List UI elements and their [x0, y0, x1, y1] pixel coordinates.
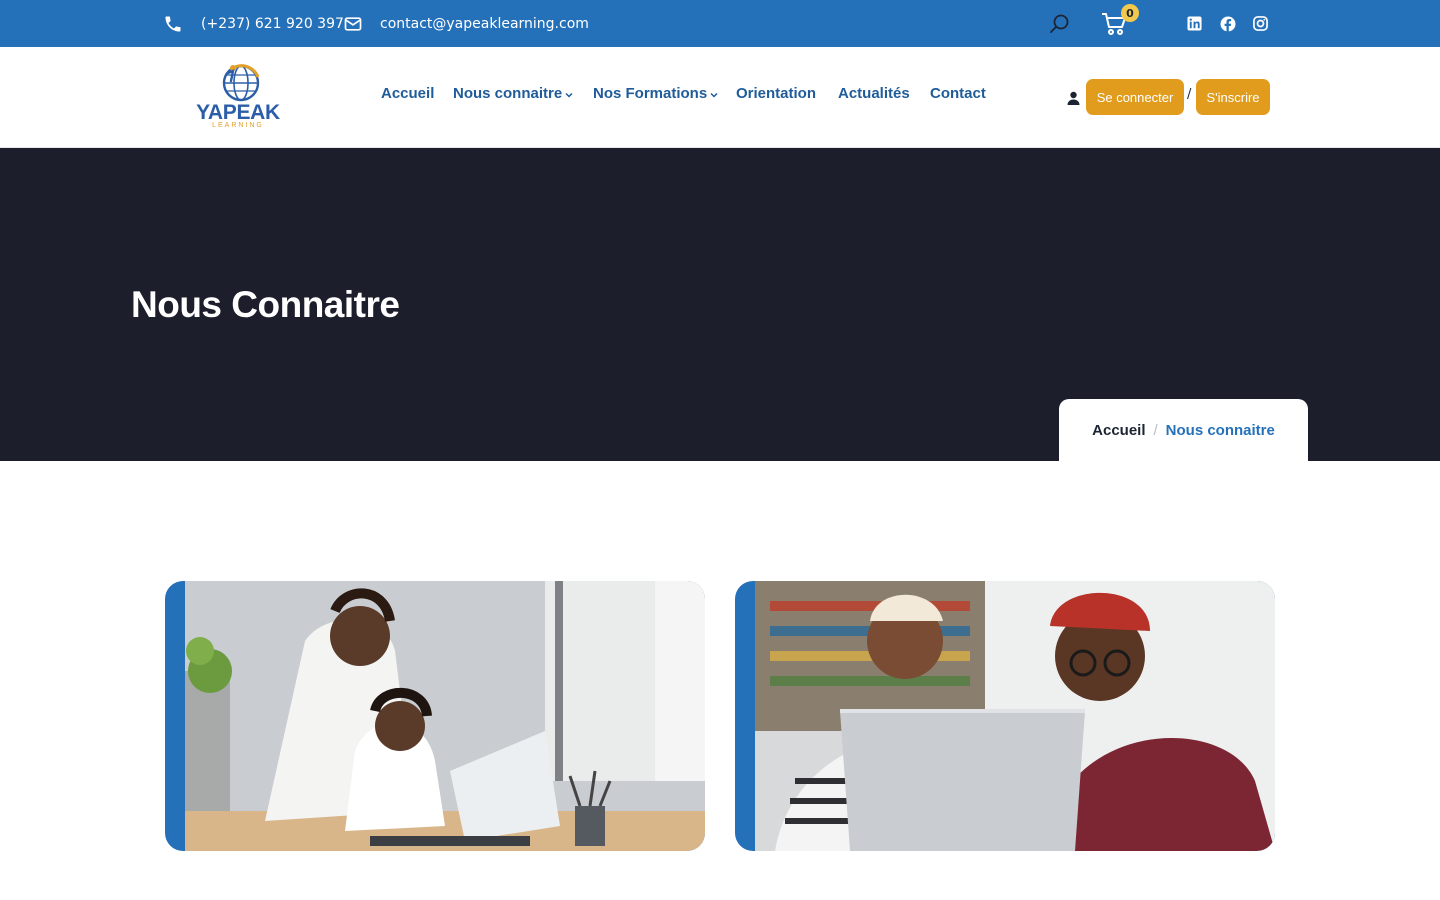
- facebook-icon[interactable]: [1220, 15, 1237, 32]
- page-title: Nous Connaitre: [131, 284, 400, 325]
- nav-item-actualites[interactable]: Actualités: [838, 85, 910, 102]
- nav-item-nos-formations[interactable]: Nos Formations: [593, 85, 718, 102]
- nav-item-label: Actualités: [838, 85, 910, 102]
- breadcrumb-current: Nous connaitre: [1165, 421, 1275, 439]
- phone-number[interactable]: (+237) 621 920 397: [201, 0, 344, 47]
- signup-button[interactable]: S'inscrire: [1196, 79, 1270, 115]
- phone-icon: [163, 0, 183, 47]
- nav-item-label: Contact: [930, 85, 986, 102]
- search-icon[interactable]: [1048, 0, 1072, 47]
- breadcrumb-separator: /: [1153, 421, 1158, 439]
- nav-item-orientation[interactable]: Orientation: [736, 85, 816, 102]
- about-image-card: [735, 581, 1275, 851]
- breadcrumb-home-link[interactable]: Accueil: [1092, 422, 1145, 439]
- cart-count-badge: 0: [1121, 4, 1139, 22]
- main-navbar: YAPEAK LEARNING Accueil Nous connaitre N…: [0, 47, 1440, 148]
- instagram-icon[interactable]: [1253, 15, 1270, 32]
- user-icon: [1067, 90, 1080, 105]
- nav-item-contact[interactable]: Contact: [930, 85, 986, 102]
- email-address[interactable]: contact@yapeaklearning.com: [380, 0, 589, 47]
- auth-separator: /: [1187, 87, 1192, 102]
- login-button[interactable]: Se connecter: [1086, 79, 1184, 115]
- page-hero: Nous Connaitre Accueil / Nous connaitre: [0, 148, 1440, 461]
- chevron-down-icon: [710, 92, 718, 98]
- nav-item-label: Nos Formations: [593, 85, 708, 102]
- chevron-down-icon: [565, 92, 573, 98]
- mail-icon: [343, 0, 363, 47]
- students-working-together-photo: [755, 581, 1275, 851]
- linkedin-icon[interactable]: [1187, 15, 1204, 32]
- students-at-laptop-photo: [185, 581, 705, 851]
- nav-item-label: Accueil: [381, 85, 435, 102]
- nav-item-label: Nous connaitre: [453, 85, 563, 102]
- nav-item-label: Orientation: [736, 85, 817, 102]
- breadcrumb: Accueil / Nous connaitre: [1059, 399, 1308, 461]
- top-bar: (+237) 621 920 397 contact@yapeaklearnin…: [0, 0, 1440, 47]
- nav-item-accueil[interactable]: Accueil: [381, 85, 434, 102]
- brand-tagline: LEARNING: [212, 122, 264, 129]
- nav-item-nous-connaitre[interactable]: Nous connaitre: [453, 85, 573, 102]
- about-image-card: [165, 581, 705, 851]
